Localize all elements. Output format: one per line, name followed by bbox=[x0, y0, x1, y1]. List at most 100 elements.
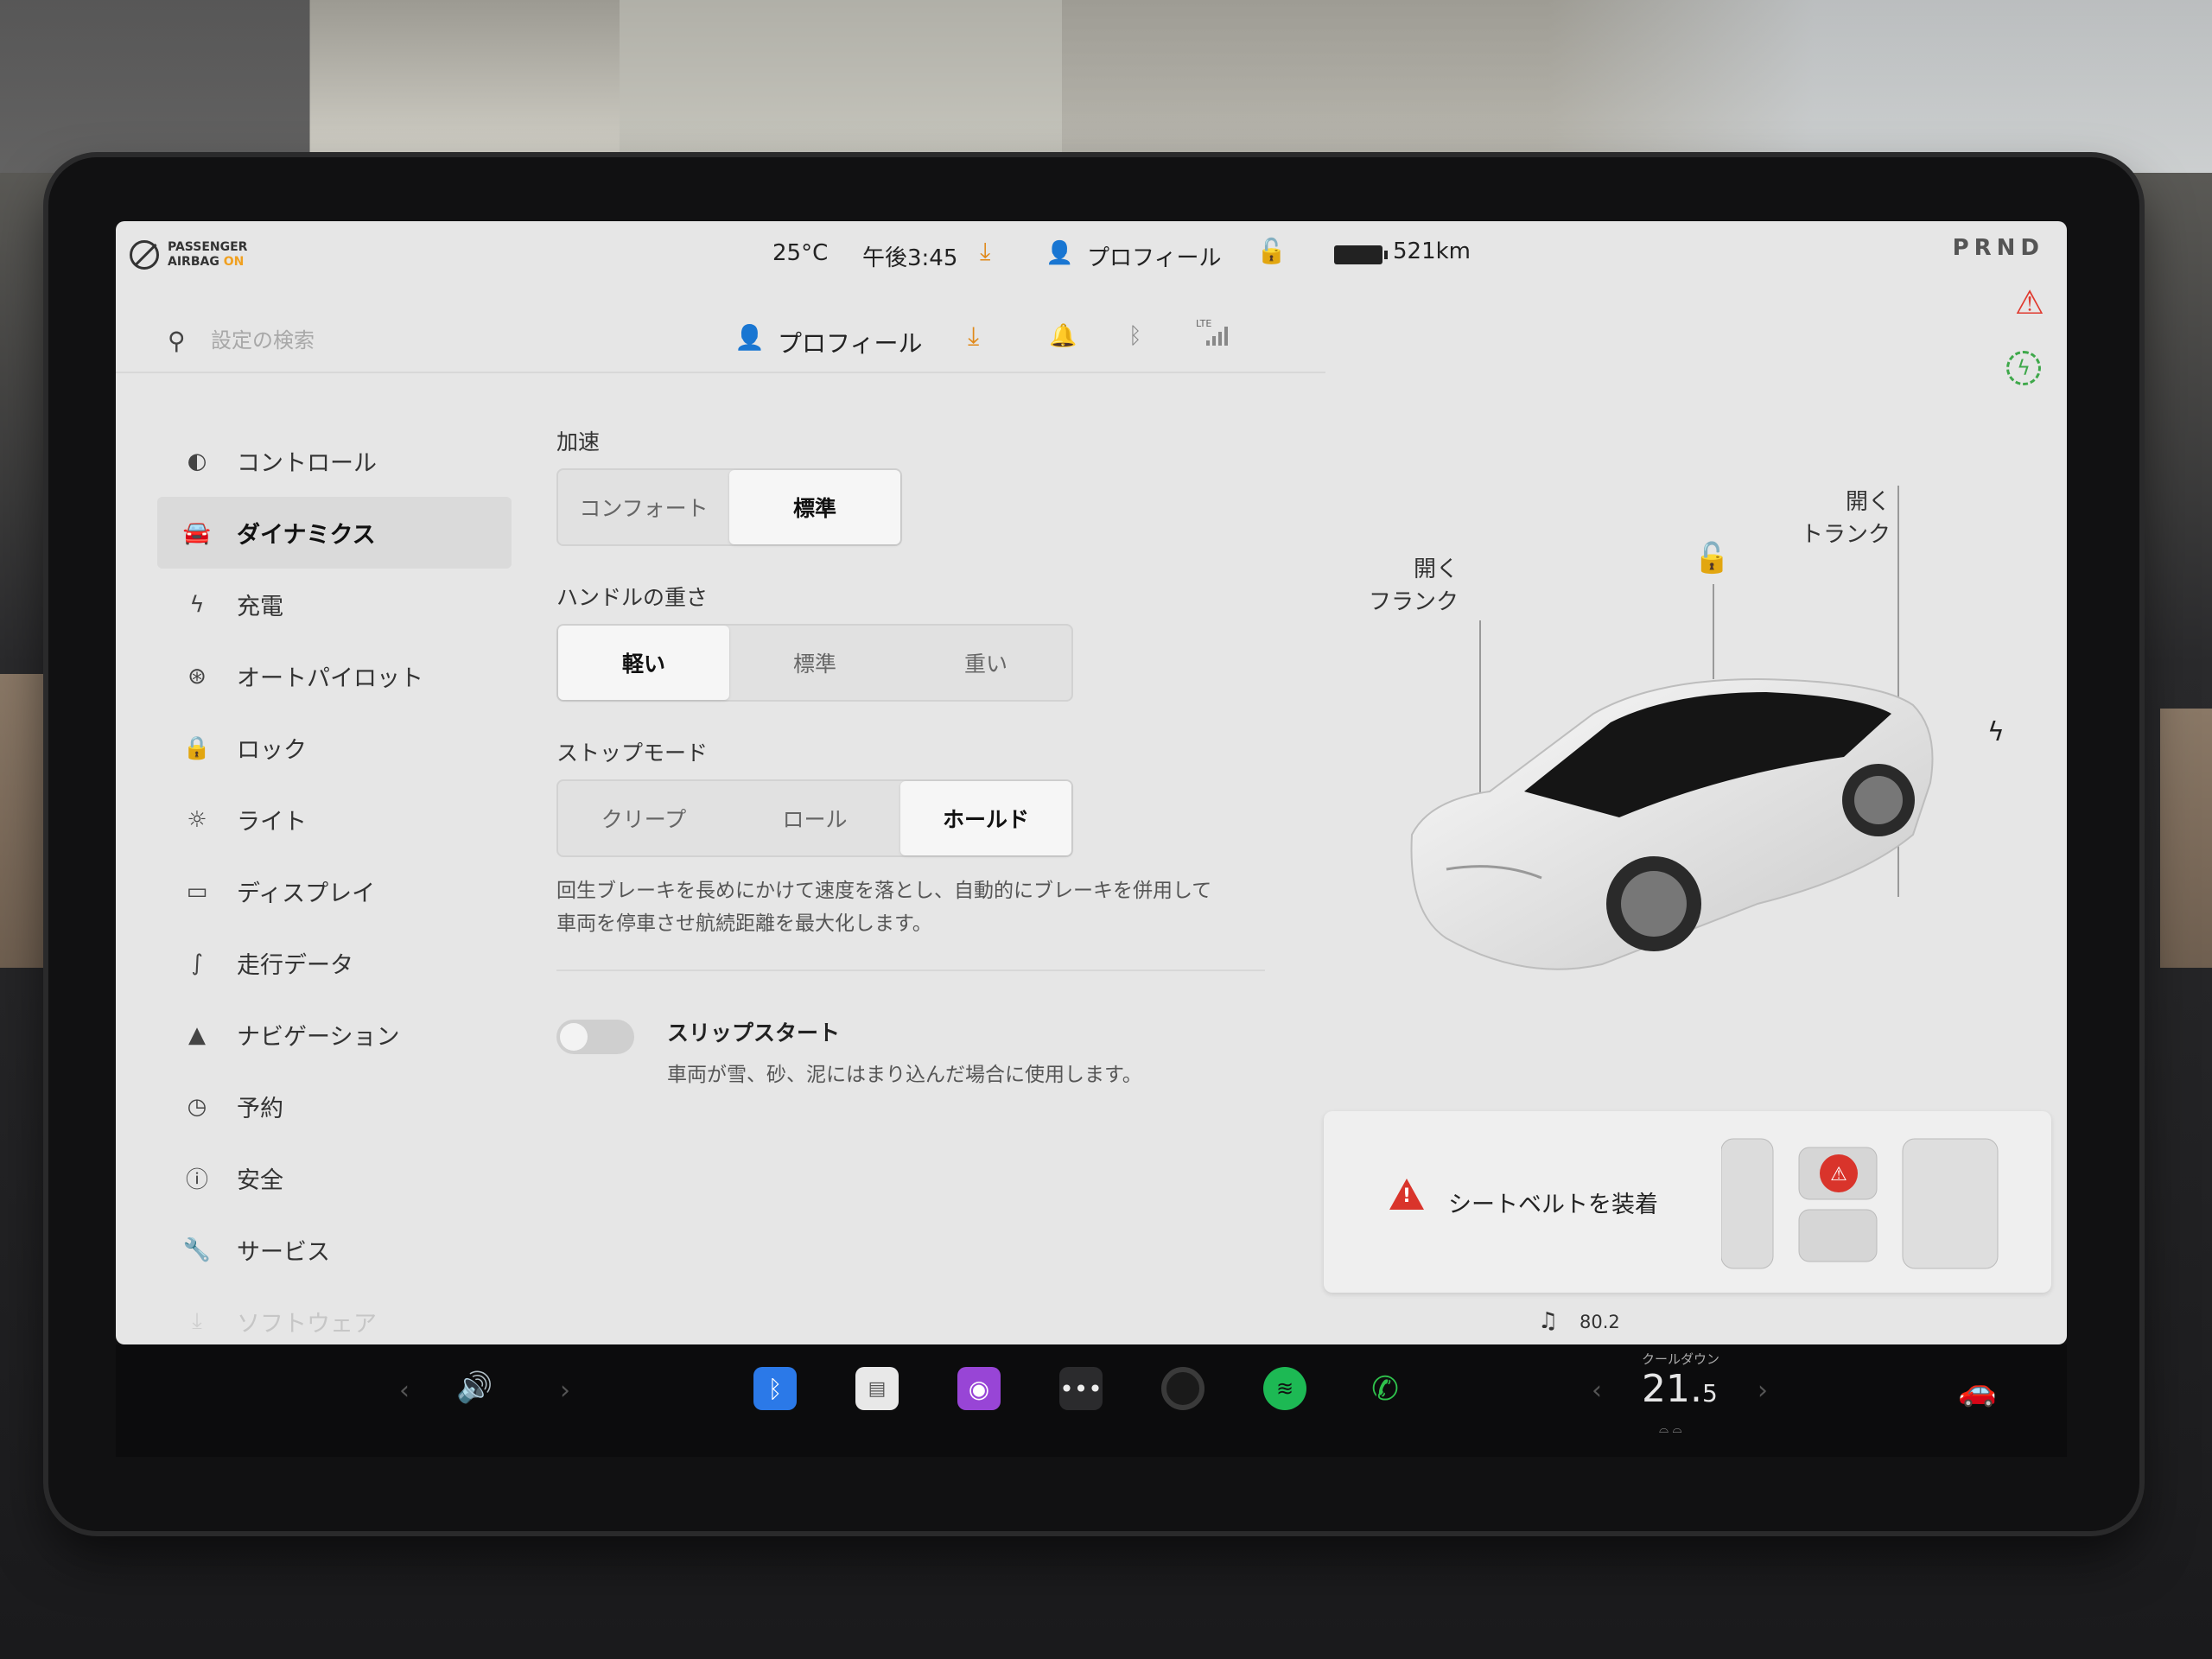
menu-item-label: 走行データ bbox=[237, 952, 353, 979]
clock: 午後3:45 bbox=[862, 245, 958, 271]
stop-mode-segmented-control: クリープ ロール ホールド bbox=[556, 779, 1073, 857]
steering-standard-button[interactable]: 標準 bbox=[729, 626, 900, 700]
menu-item-charging[interactable]: ϟ 充電 bbox=[157, 569, 512, 640]
menu-item-service[interactable]: 🔧 サービス bbox=[157, 1214, 512, 1286]
acceleration-comfort-button[interactable]: コンフォート bbox=[558, 470, 729, 544]
status-profile-button[interactable]: プロフィール bbox=[1087, 240, 1221, 272]
menu-item-lights[interactable]: ☼ ライト bbox=[157, 784, 512, 855]
seatbelt-warning-icon: ⚠ bbox=[2014, 283, 2044, 321]
slip-start-toggle[interactable] bbox=[556, 1020, 634, 1054]
dashboard-wood-right bbox=[2160, 709, 2212, 968]
battery-icon bbox=[1334, 245, 1388, 264]
menu-item-autopilot[interactable]: ⊛ オートパイロット bbox=[157, 640, 512, 712]
open-frunk-button[interactable]: 開く フランク bbox=[1369, 553, 1459, 619]
menu-item-dynamics[interactable]: 🚘 ダイナミクス bbox=[157, 497, 512, 569]
status-bar: PASSENGER AIRBAG ON 25°C 午後3:45 ⤓ 👤 プロフィ… bbox=[116, 221, 2067, 290]
safety-icon: ⓘ bbox=[185, 1167, 208, 1193]
cabin-temperature-whole: 21. bbox=[1642, 1367, 1702, 1411]
car-unlock-icon[interactable]: 🔓 bbox=[1694, 541, 1730, 575]
menu-item-label: 安全 bbox=[237, 1167, 283, 1194]
camera-app-icon[interactable] bbox=[1161, 1367, 1205, 1410]
lock-icon: 🔒 bbox=[182, 734, 212, 761]
temp-up-chevron-icon[interactable]: › bbox=[1758, 1376, 1768, 1406]
car-model-image bbox=[1410, 677, 1934, 970]
spotify-app-icon[interactable]: ≋ bbox=[1263, 1367, 1306, 1410]
steering-wheel-icon: ⊛ bbox=[188, 663, 207, 690]
volume-up-chevron-icon[interactable]: › bbox=[560, 1376, 570, 1406]
cabin-temperature-decimal: 5 bbox=[1701, 1379, 1718, 1408]
volume-icon[interactable]: 🔊 bbox=[456, 1370, 493, 1405]
airbag-label-line1: PASSENGER bbox=[168, 240, 248, 254]
bluetooth-icon[interactable]: ᛒ bbox=[1128, 323, 1142, 349]
steering-label: ハンドルの重さ bbox=[556, 585, 709, 610]
bluetooth-app-icon[interactable]: ᛒ bbox=[753, 1367, 797, 1410]
stop-mode-roll-button[interactable]: ロール bbox=[729, 781, 900, 855]
acceleration-standard-button[interactable]: 標準 bbox=[729, 470, 900, 544]
notes-app-icon[interactable]: ▤ bbox=[855, 1367, 899, 1410]
phone-app-icon[interactable]: ✆ bbox=[1363, 1367, 1407, 1410]
outside-temperature: 25°C bbox=[772, 240, 829, 266]
steering-light-button[interactable]: 軽い bbox=[558, 626, 729, 700]
menu-item-software[interactable]: ⤓ ソフトウェア bbox=[157, 1286, 512, 1344]
person-icon: 👤 bbox=[1046, 240, 1074, 266]
profile-button[interactable]: プロフィール bbox=[778, 325, 922, 359]
music-note-icon[interactable]: ♫ bbox=[1538, 1308, 1558, 1334]
menu-item-schedule[interactable]: ◷ 予約 bbox=[157, 1071, 512, 1142]
menu-item-controls[interactable]: ◐ コントロール bbox=[157, 425, 512, 497]
menu-item-label: 充電 bbox=[237, 594, 283, 620]
settings-search-input[interactable] bbox=[211, 323, 643, 358]
volume-down-chevron-icon[interactable]: ‹ bbox=[399, 1376, 410, 1406]
charge-status-icon: ϟ bbox=[2006, 351, 2041, 385]
stop-mode-hold-button[interactable]: ホールド bbox=[900, 781, 1071, 855]
menu-item-navigation[interactable]: ▲ ナビゲーション bbox=[157, 999, 512, 1071]
menu-item-trips[interactable]: ∫ 走行データ bbox=[157, 927, 512, 999]
sun-icon: ☼ bbox=[187, 806, 207, 833]
stop-mode-creep-button[interactable]: クリープ bbox=[558, 781, 729, 855]
acceleration-segmented-control: コンフォート 標準 bbox=[556, 468, 902, 546]
navigation-icon: ▲ bbox=[188, 1021, 206, 1048]
open-trunk-button[interactable]: 開く トランク bbox=[1801, 486, 1891, 551]
defrost-icons[interactable]: ⌓ ⌓ bbox=[1659, 1422, 1682, 1436]
unlock-icon[interactable]: 🔓 bbox=[1256, 237, 1287, 265]
download-icon[interactable]: ⤓ bbox=[980, 237, 990, 266]
seatbelt-alert-text: シートベルトを装着 bbox=[1448, 1192, 1658, 1218]
steering-segmented-control: 軽い 標準 重い bbox=[556, 624, 1073, 702]
podcast-app-icon[interactable]: ◉ bbox=[957, 1367, 1001, 1410]
menu-item-label: オートパイロット bbox=[237, 665, 423, 692]
menu-item-label: コントロール bbox=[237, 450, 377, 477]
car-controls-icon[interactable]: 🚗 bbox=[1958, 1372, 1997, 1408]
cabin-temperature[interactable]: 21.5 bbox=[1642, 1367, 1718, 1411]
temp-down-chevron-icon[interactable]: ‹ bbox=[1592, 1376, 1602, 1406]
menu-item-display[interactable]: ▭ ディスプレイ bbox=[157, 855, 512, 927]
menu-item-label: サービス bbox=[237, 1239, 330, 1266]
airbag-off-icon bbox=[130, 240, 159, 270]
menu-item-locks[interactable]: 🔒 ロック bbox=[157, 712, 512, 784]
stop-mode-description-line1: 回生ブレーキを長めにかけて速度を落とし、自動的にブレーキを併用して bbox=[556, 880, 1212, 902]
taskbar: ‹ 🔊 › ᛒ ▤ ◉ ••• ≋ ✆ ‹ クールダウン 21.5 ⌓ ⌓ › … bbox=[116, 1344, 2067, 1457]
signal-strength-icon bbox=[1206, 325, 1228, 346]
battery-range: 521km bbox=[1393, 238, 1471, 264]
search-icon: ⚲ bbox=[168, 327, 186, 355]
seat-map-icon: ⚠ bbox=[1721, 1138, 1999, 1269]
menu-item-safety[interactable]: ⓘ 安全 bbox=[157, 1142, 512, 1214]
menu-item-label: ライト bbox=[237, 809, 307, 836]
steering-heavy-button[interactable]: 重い bbox=[900, 626, 1071, 700]
trunk-label: トランク bbox=[1801, 522, 1891, 548]
menu-item-label: ロック bbox=[237, 737, 307, 764]
stop-mode-label: ストップモード bbox=[556, 741, 709, 766]
schedule-icon: ◷ bbox=[187, 1093, 207, 1120]
charge-port-icon[interactable]: ϟ bbox=[1987, 717, 2005, 747]
passenger-airbag-indicator: PASSENGER AIRBAG ON bbox=[130, 240, 247, 270]
bell-icon[interactable]: 🔔 bbox=[1049, 323, 1077, 349]
acceleration-label: 加速 bbox=[556, 429, 601, 454]
car-icon: 🚘 bbox=[182, 519, 212, 546]
software-update-icon[interactable]: ⤓ bbox=[968, 321, 979, 352]
climate-cooldown-label: クールダウン bbox=[1642, 1351, 1720, 1367]
menu-item-label: 予約 bbox=[237, 1096, 283, 1122]
gear-selector-indicator: PRND bbox=[1952, 235, 2044, 261]
menu-item-label: ディスプレイ bbox=[237, 880, 376, 907]
wrench-icon: 🔧 bbox=[182, 1236, 212, 1263]
radio-frequency[interactable]: 80.2 bbox=[1580, 1312, 1620, 1332]
more-apps-icon[interactable]: ••• bbox=[1059, 1367, 1103, 1410]
svg-text:⚠: ⚠ bbox=[1830, 1164, 1847, 1185]
